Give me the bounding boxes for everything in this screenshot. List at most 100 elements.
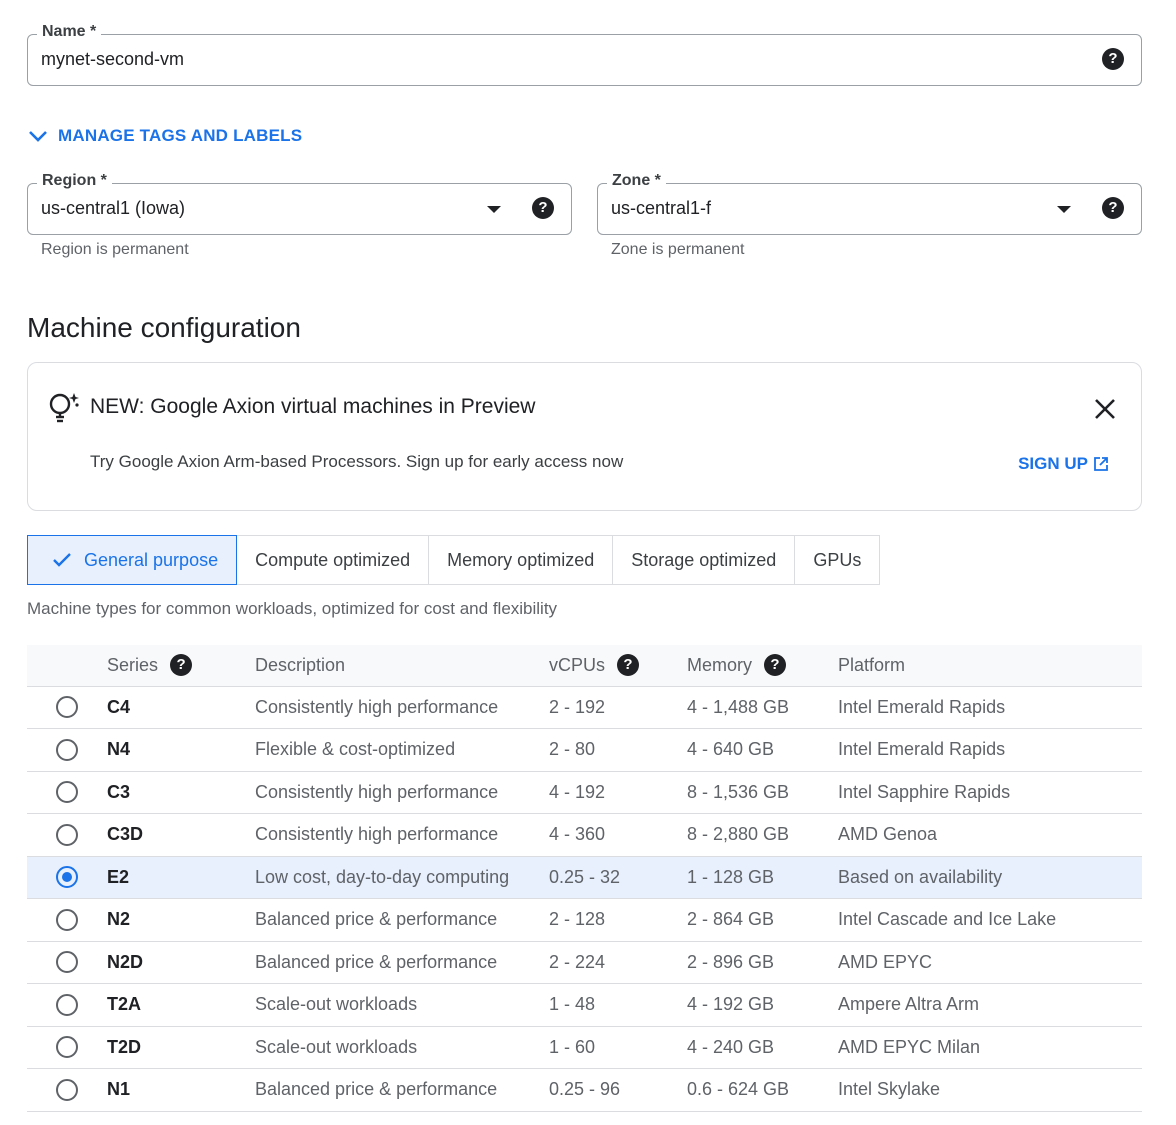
series-help-icon[interactable]: ? — [170, 654, 193, 677]
table-row[interactable]: N2 Balanced price & performance 2 - 128 … — [27, 898, 1142, 942]
series-radio[interactable] — [56, 823, 78, 846]
table-row[interactable]: C3 Consistently high performance 4 - 192… — [27, 771, 1142, 814]
vcpus-cell: 1 - 48 — [549, 983, 687, 1027]
description-cell: Balanced price & performance — [255, 1068, 549, 1112]
radio-cell — [27, 898, 107, 942]
memory-cell: 8 - 1,536 GB — [687, 771, 838, 814]
series-cell: T2A — [107, 983, 255, 1027]
vcpus-cell: 4 - 192 — [549, 771, 687, 814]
series-cell: C3 — [107, 771, 255, 814]
manage-tags-label: MANAGE TAGS AND LABELS — [58, 126, 303, 145]
radio-cell — [27, 686, 107, 729]
tab-label: Memory optimized — [447, 549, 595, 570]
series-radio[interactable] — [56, 1078, 78, 1101]
table-row[interactable]: N1 Balanced price & performance 0.25 - 9… — [27, 1068, 1142, 1112]
series-cell: C3D — [107, 813, 255, 857]
series-radio[interactable] — [56, 951, 78, 974]
radio-cell — [27, 1068, 107, 1112]
tab-label: Storage optimized — [631, 549, 777, 570]
region-select[interactable]: Region * us-central1 (Iowa) ? — [27, 172, 572, 235]
series-cell: N2D — [107, 941, 255, 984]
vcpus-header-label: vCPUs — [549, 654, 606, 675]
memory-cell: 4 - 192 GB — [687, 983, 838, 1027]
series-radio[interactable] — [56, 696, 78, 719]
table-row[interactable]: C4 Consistently high performance 2 - 192… — [27, 686, 1142, 729]
chevron-down-icon — [29, 131, 47, 142]
zone-help-icon[interactable]: ? — [1102, 197, 1124, 219]
vcpus-column-header: vCPUs? — [549, 645, 687, 687]
platform-cell: Based on availability — [838, 856, 1142, 899]
memory-column-header: Memory? — [687, 645, 838, 687]
external-link-icon — [1094, 457, 1108, 471]
series-cell: T2D — [107, 1026, 255, 1069]
check-icon — [53, 553, 71, 567]
series-radio[interactable] — [56, 1036, 78, 1059]
tab-general-purpose[interactable]: General purpose — [27, 535, 238, 585]
description-cell: Low cost, day-to-day computing — [255, 856, 549, 899]
table-row-selected[interactable]: E2 Low cost, day-to-day computing 0.25 -… — [27, 856, 1142, 899]
platform-cell: Intel Cascade and Ice Lake — [838, 898, 1142, 942]
tab-label: General purpose — [84, 549, 219, 570]
description-cell: Consistently high performance — [255, 771, 549, 814]
series-header-label: Series — [107, 654, 159, 675]
platform-column-header: Platform — [838, 645, 1142, 687]
vcpus-cell: 2 - 224 — [549, 941, 687, 984]
memory-cell: 8 - 2,880 GB — [687, 813, 838, 857]
tab-memory-optimized[interactable]: Memory optimized — [429, 535, 614, 585]
description-cell: Balanced price & performance — [255, 898, 549, 942]
description-cell: Consistently high performance — [255, 813, 549, 857]
memory-cell: 2 - 896 GB — [687, 941, 838, 984]
zone-dropdown-icon[interactable] — [1057, 206, 1071, 213]
memory-header-label: Memory — [687, 654, 753, 675]
series-radio[interactable] — [56, 738, 78, 761]
memory-help-icon[interactable]: ? — [764, 654, 787, 677]
platform-cell: Intel Emerald Rapids — [838, 686, 1142, 729]
radio-cell — [27, 771, 107, 814]
tabs-description: Machine types for common workloads, opti… — [27, 599, 558, 618]
description-header-label: Description — [255, 654, 346, 675]
table-row[interactable]: N4 Flexible & cost-optimized 2 - 80 4 - … — [27, 728, 1142, 772]
table-row[interactable]: T2D Scale-out workloads 1 - 60 4 - 240 G… — [27, 1026, 1142, 1069]
name-field-label: Name * — [37, 23, 102, 41]
zone-select[interactable]: Zone * us-central1-f ? — [597, 172, 1142, 235]
close-icon[interactable] — [1091, 395, 1119, 423]
tab-gpus[interactable]: GPUs — [795, 535, 881, 585]
description-cell: Scale-out workloads — [255, 1026, 549, 1069]
tab-compute-optimized[interactable]: Compute optimized — [237, 535, 430, 585]
machine-configuration-title: Machine configuration — [27, 312, 301, 343]
vcpus-cell: 4 - 360 — [549, 813, 687, 857]
platform-cell: AMD EPYC Milan — [838, 1026, 1142, 1069]
region-help-icon[interactable]: ? — [532, 197, 554, 219]
series-cell: N4 — [107, 728, 255, 772]
vcpus-help-icon[interactable]: ? — [617, 654, 640, 677]
table-row[interactable]: N2D Balanced price & performance 2 - 224… — [27, 941, 1142, 984]
manage-tags-toggle[interactable]: MANAGE TAGS AND LABELS — [28, 126, 302, 146]
radio-cell — [27, 983, 107, 1027]
series-radio[interactable] — [56, 908, 78, 931]
banner-title: NEW: Google Axion virtual machines in Pr… — [90, 395, 536, 418]
vcpus-cell: 2 - 128 — [549, 898, 687, 942]
name-field-value[interactable]: mynet-second-vm — [41, 49, 184, 70]
table-row[interactable]: C3D Consistently high performance 4 - 36… — [27, 813, 1142, 857]
series-radio-selected[interactable] — [56, 866, 78, 889]
region-value: us-central1 (Iowa) — [41, 198, 186, 218]
name-field[interactable]: Name * mynet-second-vm ? — [27, 23, 1142, 86]
series-radio[interactable] — [56, 993, 78, 1016]
platform-cell: Ampere Altra Arm — [838, 983, 1142, 1027]
name-help-icon[interactable]: ? — [1102, 48, 1124, 70]
tab-storage-optimized[interactable]: Storage optimized — [613, 535, 796, 585]
vcpus-cell: 2 - 192 — [549, 686, 687, 729]
vcpus-cell: 0.25 - 96 — [549, 1068, 687, 1112]
radio-cell — [27, 941, 107, 984]
memory-cell: 0.6 - 624 GB — [687, 1068, 838, 1112]
memory-cell: 4 - 1,488 GB — [687, 686, 838, 729]
memory-cell: 4 - 240 GB — [687, 1026, 838, 1069]
region-hint: Region is permanent — [41, 241, 189, 258]
region-dropdown-icon[interactable] — [487, 206, 501, 213]
vcpus-cell: 0.25 - 32 — [549, 856, 687, 899]
platform-cell: Intel Emerald Rapids — [838, 728, 1142, 772]
table-row[interactable]: T2A Scale-out workloads 1 - 48 4 - 192 G… — [27, 983, 1142, 1027]
sign-up-link[interactable]: SIGN UP — [1018, 454, 1109, 474]
platform-header-label: Platform — [838, 654, 906, 675]
series-radio[interactable] — [56, 781, 78, 804]
